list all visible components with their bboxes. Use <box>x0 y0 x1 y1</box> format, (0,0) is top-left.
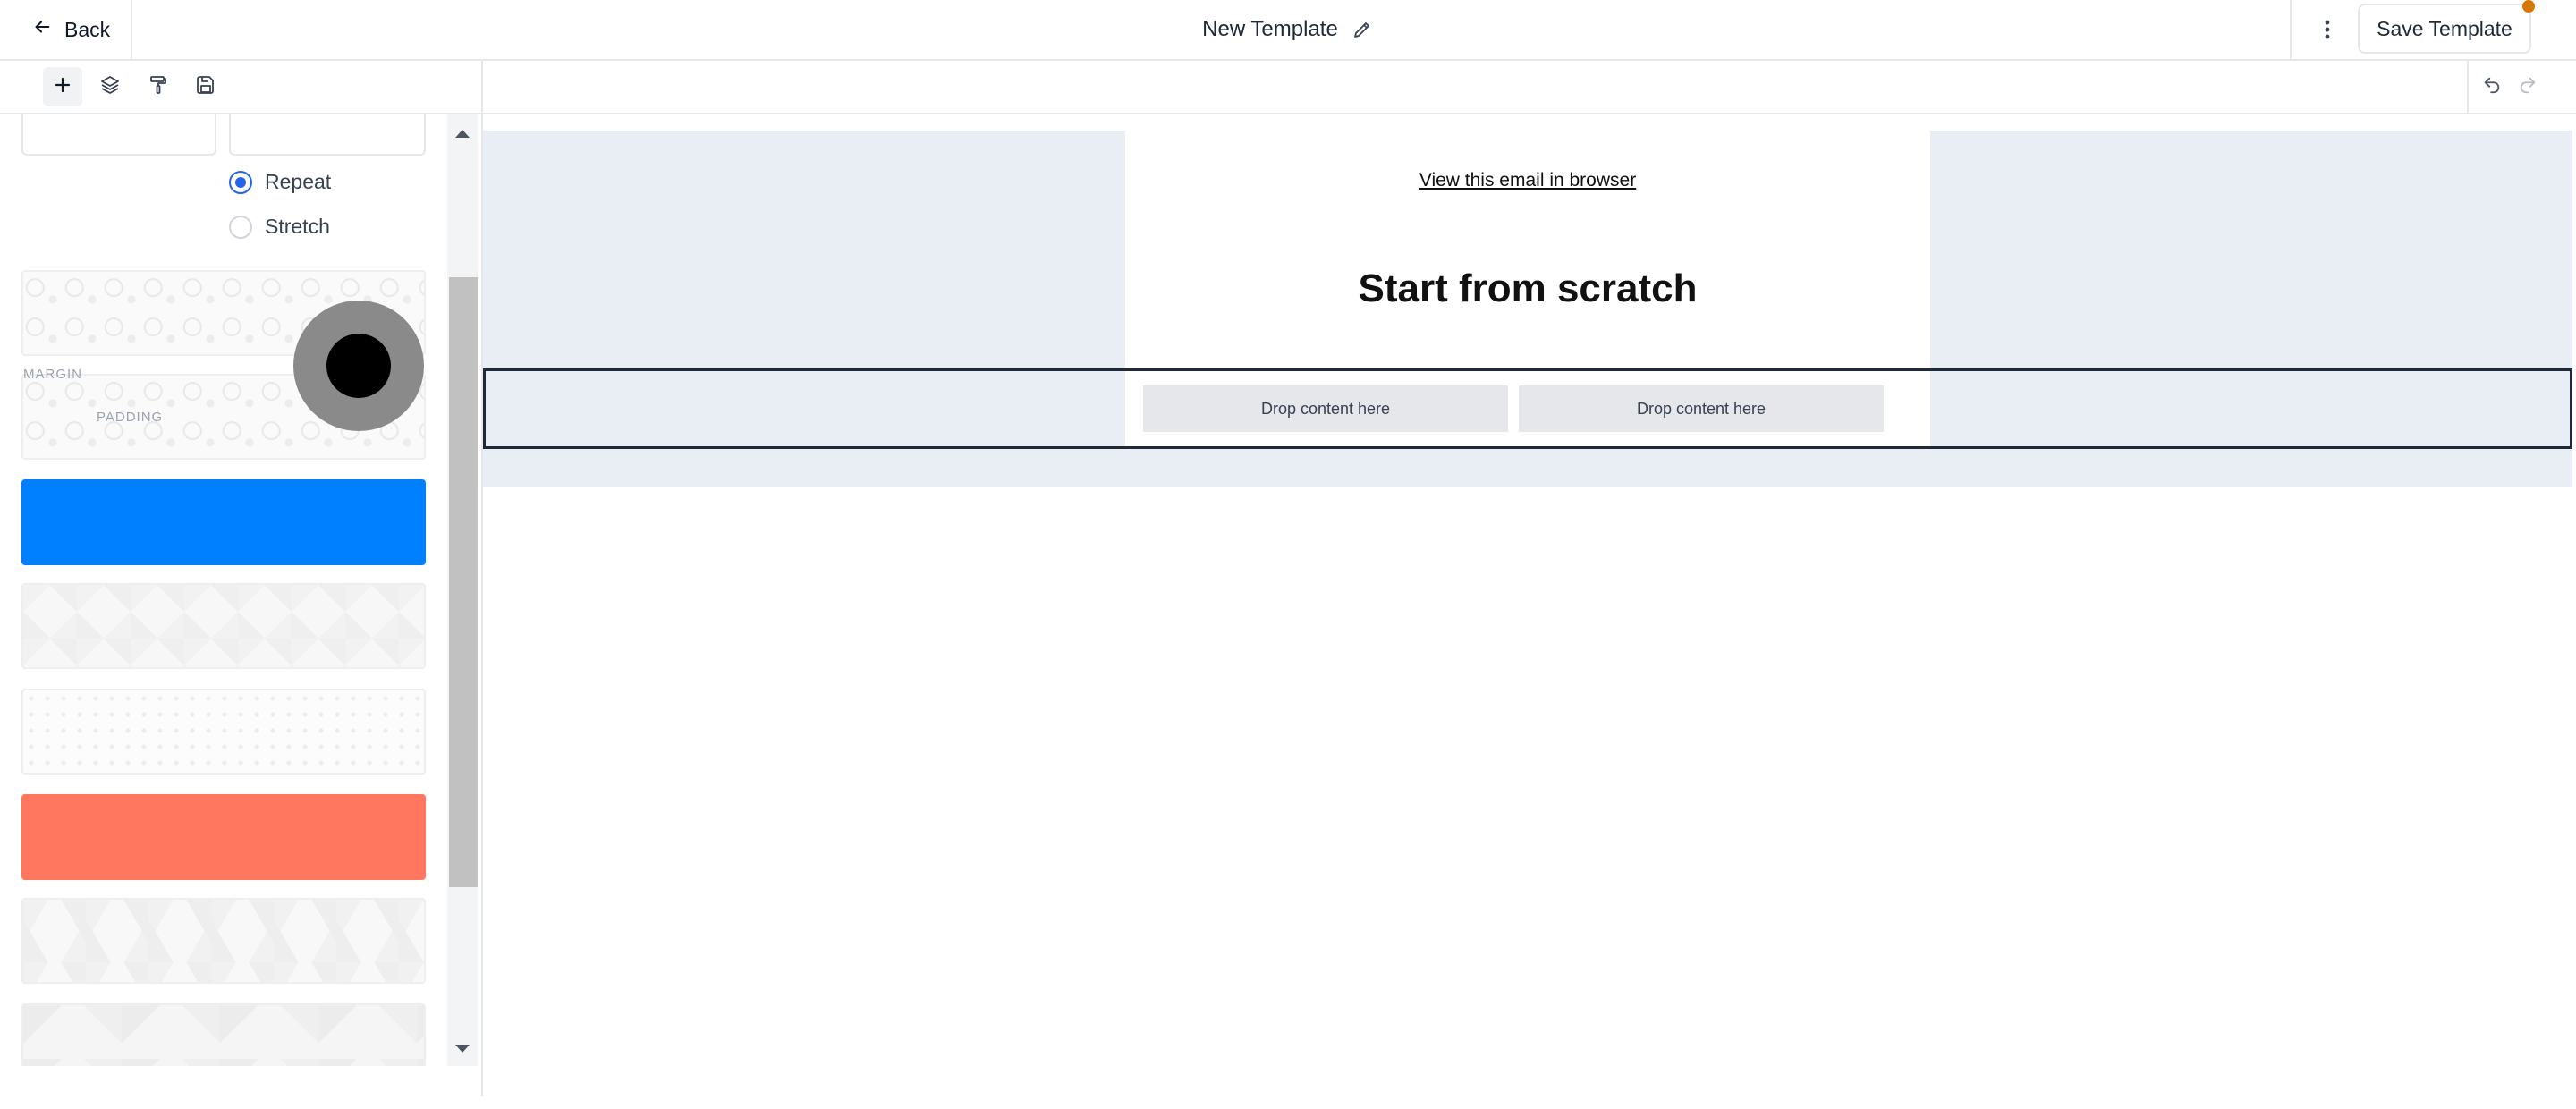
save-draft-button[interactable] <box>186 67 225 106</box>
divider <box>2467 61 2469 113</box>
divider <box>2290 0 2292 59</box>
background-pattern-swatch[interactable] <box>21 1003 426 1066</box>
template-title: New Template <box>1202 17 1338 41</box>
repeat-option[interactable]: Repeat <box>229 170 331 194</box>
style-manager-button[interactable] <box>139 67 178 106</box>
padding-label: PADDING <box>97 410 164 425</box>
top-bar: Back New Template Save Template <box>0 0 2576 61</box>
stretch-radio[interactable] <box>229 215 252 239</box>
unsaved-indicator-dot <box>2522 0 2535 13</box>
background-pattern-swatch[interactable] <box>21 583 426 669</box>
selected-row[interactable]: Drop content here Drop content here <box>483 368 2572 449</box>
background-pattern-swatch[interactable] <box>21 689 426 775</box>
row-body: Drop content here Drop content here <box>1125 371 1930 446</box>
layers-button[interactable] <box>90 67 130 106</box>
email-canvas[interactable]: View this email in browser Start from sc… <box>483 114 2576 1098</box>
editor-toolbar <box>0 61 2576 114</box>
more-options-icon[interactable] <box>2308 0 2347 59</box>
stretch-label: Stretch <box>265 215 330 238</box>
divider <box>131 0 132 59</box>
drop-zone-2[interactable]: Drop content here <box>1519 385 1884 432</box>
color-picker-handle[interactable] <box>293 301 424 431</box>
repeat-radio[interactable] <box>229 170 252 194</box>
background-pattern-swatch[interactable] <box>21 898 426 984</box>
back-label: Back <box>64 17 111 41</box>
background-color-swatch-blue[interactable] <box>21 479 426 565</box>
redo-icon <box>2518 75 2538 99</box>
paint-roller-icon <box>148 74 169 100</box>
arrow-left-icon <box>32 17 52 42</box>
stretch-option[interactable]: Stretch <box>229 215 330 239</box>
margin-label: MARGIN <box>23 367 82 382</box>
template-title-group: New Template <box>0 0 2576 59</box>
scroll-down-arrow-icon[interactable] <box>453 1039 472 1059</box>
edit-title-pencil-icon[interactable] <box>1351 18 1374 41</box>
drop-zone-1[interactable]: Drop content here <box>1143 385 1508 432</box>
plus-icon <box>52 74 73 100</box>
panel-scrollbar-thumb[interactable] <box>449 277 478 887</box>
view-in-browser-link[interactable]: View this email in browser <box>483 170 2572 191</box>
scroll-up-arrow-icon[interactable] <box>453 123 472 143</box>
save-template-button[interactable]: Save Template <box>2358 4 2531 54</box>
save-icon <box>195 74 216 100</box>
layers-icon <box>99 74 121 100</box>
undo-button[interactable] <box>2474 67 2510 106</box>
background-color-swatch-coral[interactable] <box>21 794 426 880</box>
style-panel: Repeat Stretch MARGIN PADDING <box>0 114 481 1066</box>
back-button[interactable]: Back <box>32 0 110 59</box>
color-picker-swatch <box>326 334 391 398</box>
repeat-label: Repeat <box>265 170 332 193</box>
redo-button[interactable] <box>2510 67 2546 106</box>
add-block-button[interactable] <box>43 67 82 106</box>
undo-icon <box>2482 75 2502 99</box>
email-heading[interactable]: Start from scratch <box>483 267 2572 311</box>
background-position-y-input[interactable] <box>229 114 426 156</box>
background-position-x-input[interactable] <box>21 114 216 156</box>
